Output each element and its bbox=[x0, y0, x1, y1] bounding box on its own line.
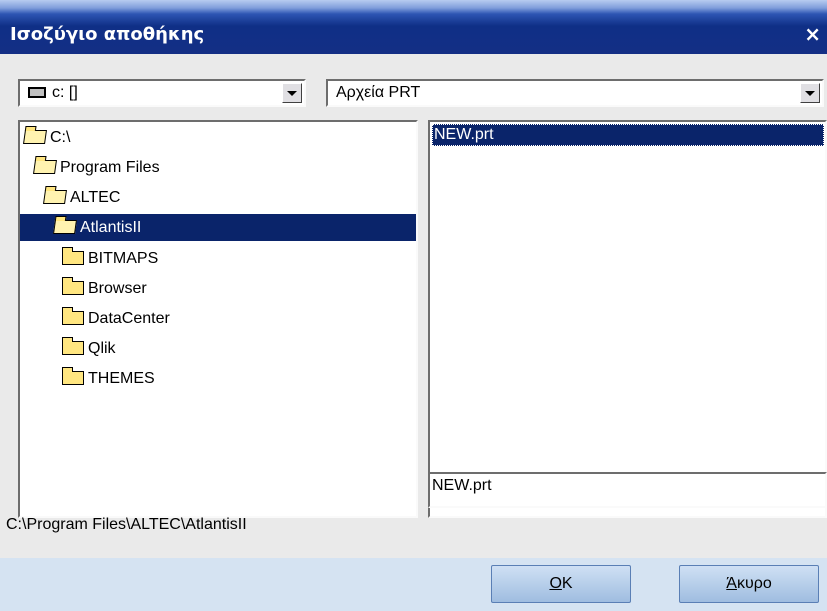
open-folder-icon bbox=[43, 190, 67, 204]
drive-select[interactable]: c: [] bbox=[18, 79, 306, 107]
cancel-button-mnemonic: Ά bbox=[726, 575, 737, 592]
title-bar: Ισοζύγιο αποθήκης × bbox=[0, 0, 827, 54]
directory-item[interactable]: Browser bbox=[62, 275, 414, 302]
drive-icon bbox=[28, 87, 46, 98]
file-item-selected[interactable]: NEW.prt bbox=[432, 124, 824, 146]
folder-icon bbox=[62, 337, 84, 355]
file-type-select-value: Αρχεία PRT bbox=[336, 84, 421, 101]
close-icon[interactable]: × bbox=[804, 22, 821, 46]
file-list[interactable]: NEW.prt bbox=[428, 120, 827, 518]
filename-input[interactable] bbox=[432, 477, 812, 495]
directory-item[interactable]: Qlik bbox=[62, 335, 414, 362]
file-type-select[interactable]: Αρχεία PRT bbox=[326, 79, 824, 107]
dialog-body: c: [] Αρχεία PRT C:\ Program Files ALTEC… bbox=[0, 54, 827, 558]
window-title: Ισοζύγιο αποθήκης bbox=[10, 24, 205, 45]
ok-button[interactable]: OK bbox=[491, 565, 631, 603]
folder-icon bbox=[62, 247, 84, 265]
directory-item[interactable]: C:\ bbox=[23, 124, 414, 151]
cancel-button[interactable]: Άκυρο bbox=[679, 565, 819, 603]
directory-list[interactable]: C:\ Program Files ALTEC AtlantisII BITMA… bbox=[18, 120, 418, 518]
current-path: C:\Program Files\ALTEC\AtlantisII bbox=[6, 516, 247, 533]
cancel-button-label: κυρο bbox=[736, 575, 772, 592]
directory-item[interactable]: THEMES bbox=[62, 365, 414, 392]
drive-select-dropdown-button[interactable] bbox=[282, 83, 302, 103]
ok-button-label: K bbox=[561, 575, 573, 592]
folder-icon bbox=[62, 367, 84, 385]
directory-item[interactable]: DataCenter bbox=[62, 305, 414, 332]
drive-select-value: c: [] bbox=[28, 84, 78, 102]
file-type-select-dropdown-button[interactable] bbox=[800, 83, 820, 103]
directory-item-selected[interactable]: AtlantisII bbox=[20, 214, 416, 241]
directory-item[interactable]: ALTEC bbox=[43, 184, 414, 211]
ok-button-mnemonic: O bbox=[549, 575, 562, 592]
dialog-footer: OK Άκυρο bbox=[0, 558, 827, 611]
folder-icon bbox=[62, 277, 84, 295]
directory-item[interactable]: BITMAPS bbox=[62, 245, 414, 272]
open-folder-icon bbox=[53, 220, 77, 234]
open-folder-icon bbox=[23, 130, 47, 144]
folder-icon bbox=[62, 307, 84, 325]
open-folder-icon bbox=[33, 160, 57, 174]
directory-item[interactable]: Program Files bbox=[33, 154, 414, 181]
filename-field[interactable] bbox=[428, 472, 827, 508]
